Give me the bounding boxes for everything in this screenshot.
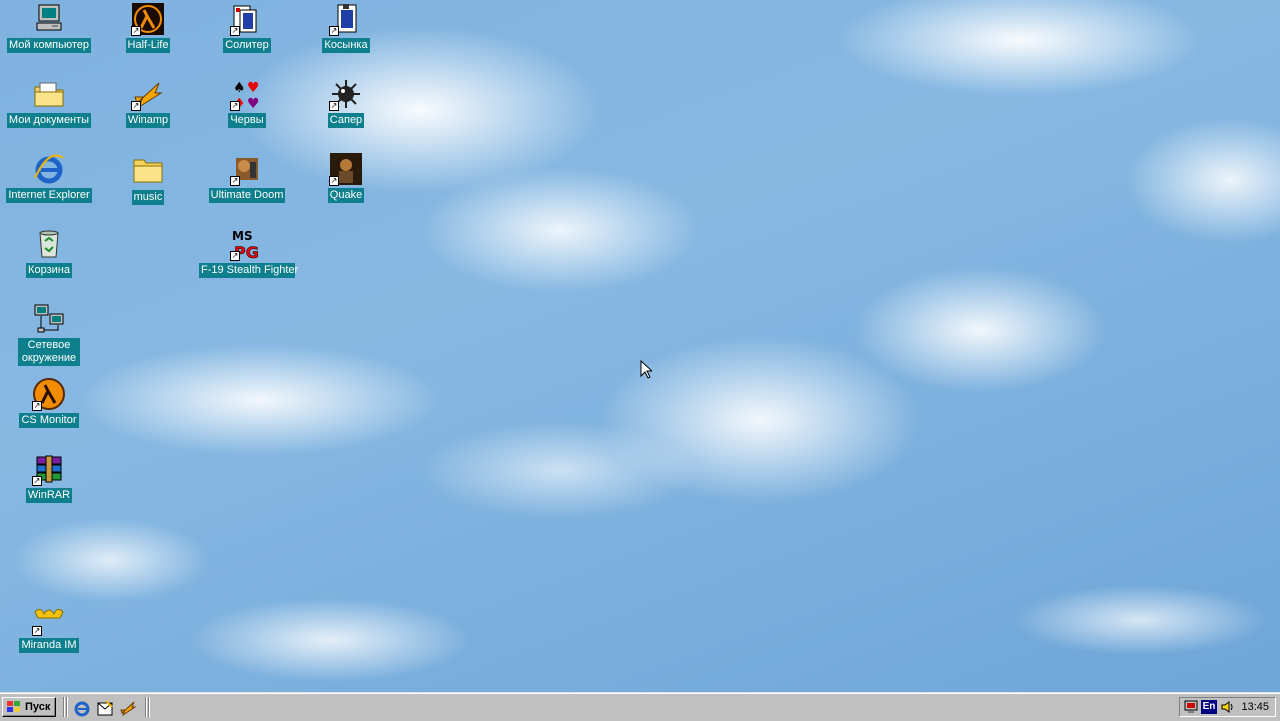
desktop-icon-solitaire[interactable]: ↗ Солитер bbox=[199, 2, 295, 53]
icon-label: Winamp bbox=[125, 113, 171, 128]
icon-label: F-19 Stealth Fighter bbox=[199, 263, 299, 278]
desktop-icon-hearts[interactable]: ♠♥♦♥ ↗ Червы bbox=[199, 77, 295, 128]
icon-label: Мои документы bbox=[6, 113, 92, 128]
system-tray: En 13:45 bbox=[1179, 697, 1276, 717]
winrar-icon: ↗ bbox=[32, 452, 66, 486]
shortcut-arrow-icon: ↗ bbox=[329, 176, 339, 186]
svg-text:♥: ♥ bbox=[247, 96, 260, 111]
start-label: Пуск bbox=[25, 701, 51, 713]
shortcut-arrow-icon: ↗ bbox=[329, 26, 339, 36]
quick-launch-winamp[interactable] bbox=[119, 699, 137, 717]
quake-icon: ↗ bbox=[329, 152, 363, 186]
desktop-icon-winrar[interactable]: ↗ WinRAR bbox=[1, 452, 97, 503]
shortcut-arrow-icon: ↗ bbox=[230, 251, 240, 261]
shortcut-arrow-icon: ↗ bbox=[32, 626, 42, 636]
volume-icon[interactable] bbox=[1220, 700, 1236, 714]
start-button[interactable]: Пуск bbox=[2, 697, 56, 717]
shortcut-arrow-icon: ↗ bbox=[32, 476, 42, 486]
svg-text:MS: MS bbox=[232, 229, 253, 243]
desktop-icon-my-computer[interactable]: Мой компьютер bbox=[1, 2, 97, 53]
internet-explorer-icon bbox=[32, 152, 66, 186]
taskbar: Пуск En 13:45 bbox=[0, 692, 1280, 721]
minesweeper-icon: ↗ bbox=[329, 77, 363, 111]
shortcut-arrow-icon: ↗ bbox=[131, 26, 141, 36]
desktop-icon-quake[interactable]: ↗ Quake bbox=[298, 152, 394, 203]
folder-icon bbox=[131, 152, 165, 186]
icon-label: Half-Life bbox=[125, 38, 171, 53]
icon-label: Мой компьютер bbox=[6, 38, 92, 53]
shortcut-arrow-icon: ↗ bbox=[131, 101, 141, 111]
desktop-icon-kosynka[interactable]: ↗ Косынка bbox=[298, 2, 394, 53]
internet-explorer-icon bbox=[74, 701, 90, 717]
display-settings-icon[interactable] bbox=[1183, 700, 1199, 714]
taskbar-separator bbox=[66, 697, 68, 717]
windows-logo-icon bbox=[7, 701, 20, 712]
network-neighborhood-icon bbox=[32, 302, 66, 336]
hearts-icon: ♠♥♦♥ ↗ bbox=[230, 77, 264, 111]
recycle-bin-icon bbox=[32, 227, 66, 261]
desktop-icon-network-neighborhood[interactable]: Сетевое окружение bbox=[1, 302, 97, 366]
desktop-icon-internet-explorer[interactable]: Internet Explorer bbox=[1, 152, 97, 203]
shortcut-arrow-icon: ↗ bbox=[230, 101, 240, 111]
icon-label: Сапер bbox=[327, 113, 365, 128]
icon-label: CS Monitor bbox=[19, 413, 79, 428]
language-indicator[interactable]: En bbox=[1201, 700, 1217, 714]
icon-label: Червы bbox=[228, 113, 266, 128]
half-life-lambda-icon: ↗ bbox=[32, 377, 66, 411]
icon-label: Корзина bbox=[26, 263, 72, 278]
clock[interactable]: 13:45 bbox=[1241, 701, 1269, 713]
icon-label: Ultimate Doom bbox=[208, 188, 286, 203]
my-computer-icon bbox=[32, 2, 66, 36]
icon-label: WinRAR bbox=[25, 488, 73, 503]
solitaire-card-icon: ↗ bbox=[329, 2, 363, 36]
icon-label: Quake bbox=[327, 188, 365, 203]
half-life-lambda-icon: ↗ bbox=[131, 2, 165, 36]
desktop-icon-minesweeper[interactable]: ↗ Сапер bbox=[298, 77, 394, 128]
winamp-icon bbox=[120, 701, 137, 717]
icon-label: Солитер bbox=[223, 38, 271, 53]
outlook-express-icon bbox=[97, 700, 113, 716]
miranda-icon: ↗ bbox=[32, 602, 66, 636]
my-documents-icon bbox=[32, 77, 66, 111]
desktop-icon-my-documents[interactable]: Мои документы bbox=[1, 77, 97, 128]
solitaire-icon: ↗ bbox=[230, 2, 264, 36]
shortcut-arrow-icon: ↗ bbox=[230, 176, 240, 186]
taskbar-separator bbox=[63, 697, 65, 717]
winamp-icon: ↗ bbox=[131, 77, 165, 111]
quick-launch-internet-explorer[interactable] bbox=[73, 699, 91, 717]
f19-icon: MS PG ↗ bbox=[230, 227, 264, 261]
doom-icon: ↗ bbox=[230, 152, 264, 186]
desktop[interactable]: Мой компьютер Мои документы Internet Exp… bbox=[0, 0, 1280, 692]
desktop-icon-music[interactable]: music bbox=[100, 152, 196, 205]
shortcut-arrow-icon: ↗ bbox=[32, 401, 42, 411]
shortcut-arrow-icon: ↗ bbox=[329, 101, 339, 111]
svg-text:♠: ♠ bbox=[233, 80, 246, 96]
desktop-icon-half-life[interactable]: ↗ Half-Life bbox=[100, 2, 196, 53]
desktop-icon-miranda-im[interactable]: ↗ Miranda IM bbox=[1, 602, 97, 653]
mouse-cursor-icon bbox=[640, 360, 652, 379]
desktop-icon-recycle-bin[interactable]: Корзина bbox=[1, 227, 97, 278]
icon-label: Косынка bbox=[322, 38, 370, 53]
icon-label: music bbox=[131, 190, 165, 205]
desktop-icon-winamp[interactable]: ↗ Winamp bbox=[100, 77, 196, 128]
desktop-icon-ultimate-doom[interactable]: ↗ Ultimate Doom bbox=[199, 152, 295, 203]
svg-text:♥: ♥ bbox=[247, 80, 260, 96]
quick-launch-outlook-express[interactable] bbox=[96, 699, 114, 717]
icon-label: Сетевое окружение bbox=[18, 338, 80, 366]
icon-label: Miranda IM bbox=[19, 638, 79, 653]
desktop-icon-f19-stealth-fighter[interactable]: MS PG ↗ F-19 Stealth Fighter bbox=[199, 227, 299, 278]
taskbar-separator bbox=[148, 697, 150, 717]
icon-label: Internet Explorer bbox=[6, 188, 92, 203]
taskbar-separator bbox=[145, 697, 147, 717]
shortcut-arrow-icon: ↗ bbox=[230, 26, 240, 36]
desktop-icon-cs-monitor[interactable]: ↗ CS Monitor bbox=[1, 377, 97, 428]
